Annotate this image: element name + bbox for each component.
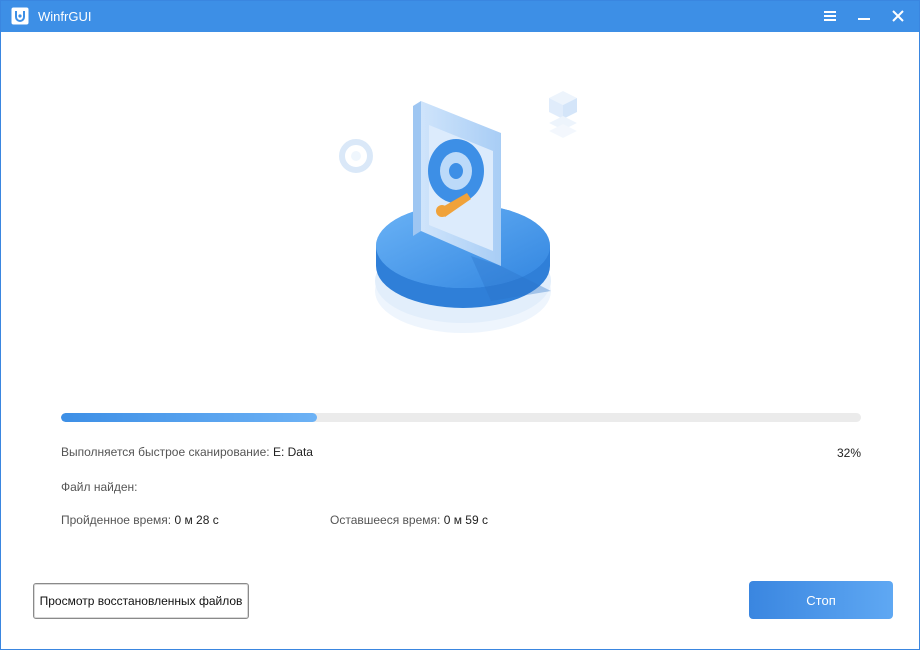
hamburger-menu-icon[interactable]	[818, 5, 842, 27]
scan-status-separator: :	[266, 445, 270, 459]
remaining-time-label: Оставшееся время	[330, 513, 438, 527]
minimize-icon[interactable]	[852, 5, 876, 27]
scanning-drive-illustration	[321, 81, 601, 351]
app-window: WinfrGUI Выполняется быстрое сканировани…	[0, 0, 920, 650]
elapsed-time-label: Пройденное время	[61, 513, 168, 527]
elapsed-time: Пройденное время: 0 м 28 с	[61, 513, 219, 527]
scan-progress-bar	[61, 413, 861, 422]
scan-drive-name: E: Data	[272, 445, 313, 459]
files-found-separator: :	[134, 480, 138, 494]
elapsed-time-value: 0 м 28 с	[174, 513, 219, 527]
app-icon	[11, 7, 29, 25]
elapsed-time-separator: :	[167, 513, 172, 527]
files-found-label: Файл найден	[61, 480, 135, 494]
remaining-time: Оставшееся время: 0 м 59 с	[330, 513, 488, 527]
scan-status: Выполняется быстрое сканирование: E: Dat…	[61, 445, 313, 459]
window-title: WinfrGUI	[38, 9, 92, 24]
stop-button[interactable]: Стоп	[749, 581, 893, 619]
remaining-time-value: 0 м 59 с	[443, 513, 488, 527]
close-icon[interactable]	[886, 5, 910, 27]
view-recovered-files-button[interactable]: Просмотр восстановленных файлов	[33, 583, 249, 619]
remaining-time-separator: :	[437, 513, 441, 527]
files-found: Файл найден:	[61, 480, 138, 494]
scan-progress-percent: 32%	[836, 446, 861, 460]
title-bar[interactable]: WinfrGUI	[1, 1, 919, 32]
scan-status-label: Выполняется быстрое сканирование	[61, 445, 267, 459]
scan-progress-fill	[61, 413, 317, 422]
